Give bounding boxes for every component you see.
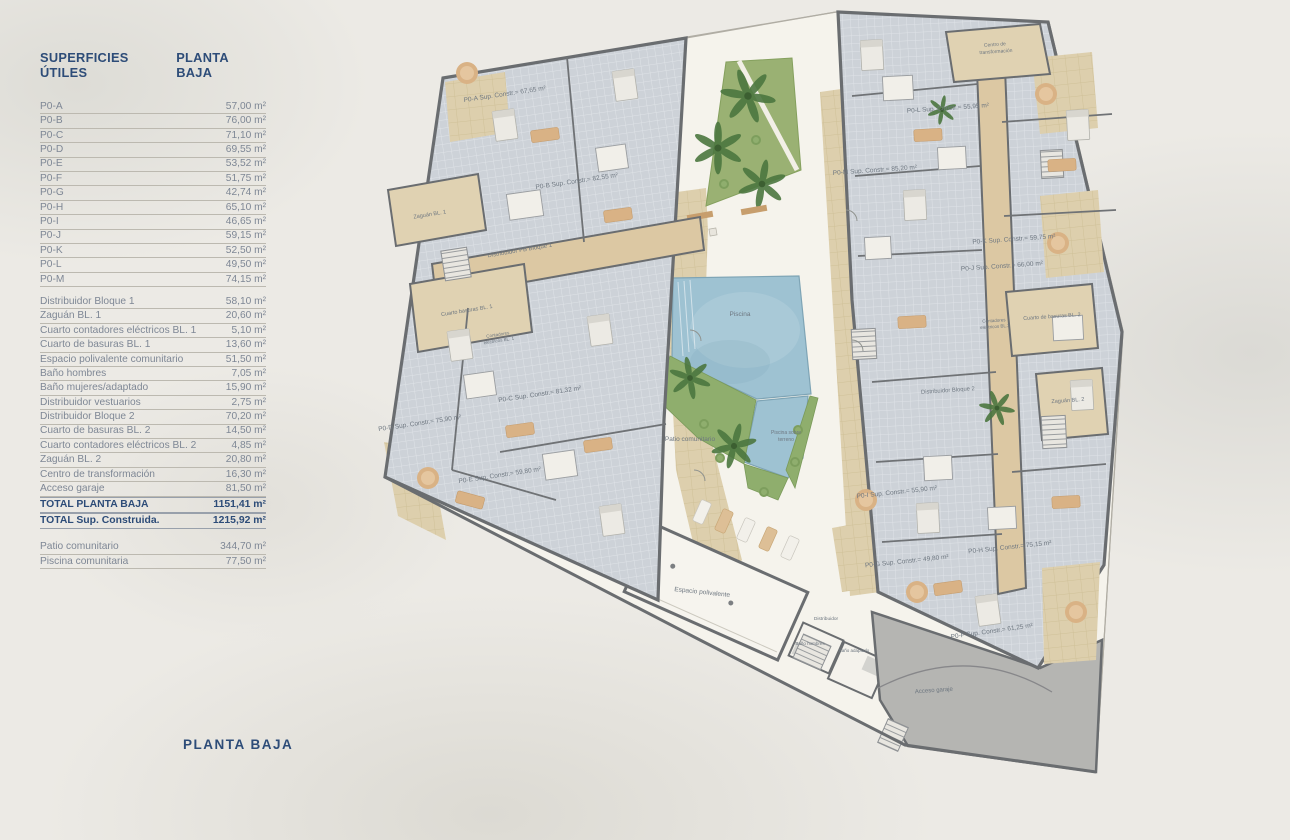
label-patio-comunitario: Patio comunitario (665, 436, 716, 443)
floor-plan-drawing: P0-A Sup. Constr.= 67,65 m² P0-B Sup. Co… (0, 0, 1290, 840)
bush-icon (759, 487, 769, 497)
block-2 (838, 12, 1122, 668)
bush-icon (699, 419, 709, 429)
label-distribuidor: Distribuidor (814, 616, 839, 622)
page: SUPERFICIES ÚTILES PLANTA BAJA P0-A 57,0… (0, 0, 1290, 840)
label-piscina: Piscina (730, 311, 751, 318)
label-bano-adaptado: Baño adaptado (839, 648, 870, 653)
label-piscina-sobre-l1: Piscina sobre (771, 430, 801, 436)
bush-icon (715, 453, 725, 463)
label-piscina-sobre-l2: terreno (778, 437, 794, 443)
label-bano-hombres: Baño hombres (795, 641, 825, 646)
bush-icon (751, 135, 761, 145)
bench (709, 228, 717, 236)
bush-icon (790, 457, 800, 467)
bush-icon (719, 179, 729, 189)
